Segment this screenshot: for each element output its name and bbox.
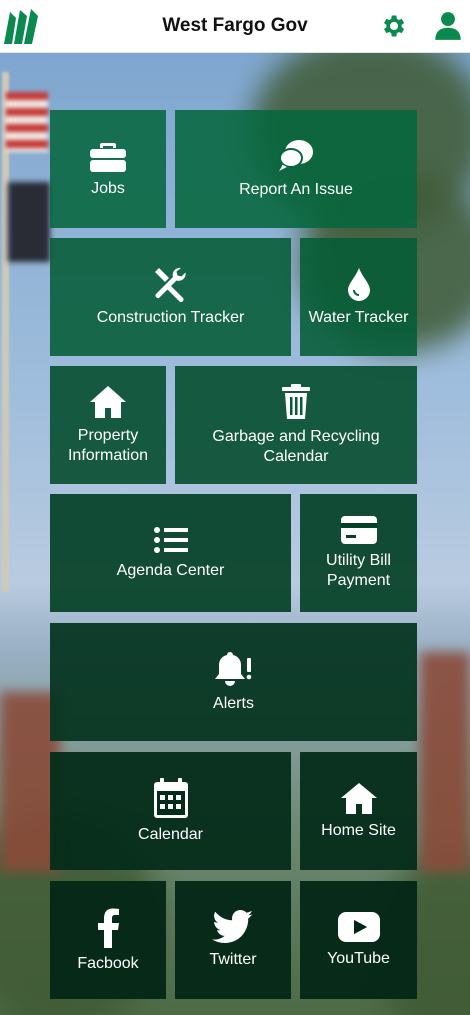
tile-water-tracker[interactable]: Water Tracker [300, 238, 417, 356]
tile-alerts[interactable]: Alerts [50, 623, 417, 741]
briefcase-icon [90, 143, 126, 172]
tile-home-site[interactable]: Home Site [300, 752, 417, 870]
facebook-icon [98, 908, 119, 948]
bell-alert-icon [214, 652, 251, 686]
credit-card-icon [340, 516, 377, 544]
tile-garbage-label-line2: Calendar [263, 448, 329, 465]
tile-twitter-label: Twitter [209, 951, 257, 968]
gear-icon[interactable] [379, 12, 407, 40]
tile-twitter[interactable]: Twitter [175, 881, 291, 999]
home-icon [340, 783, 377, 814]
tile-agenda-center-label: Agenda Center [116, 562, 225, 579]
tile-construction-tracker[interactable]: Construction Tracker [50, 238, 291, 356]
tile-property-label-line1: Property [77, 427, 139, 444]
tile-jobs-label: Jobs [91, 180, 125, 197]
house-icon [90, 386, 126, 418]
water-drop-icon [347, 268, 370, 301]
tile-home-site-label: Home Site [321, 822, 396, 839]
tile-construction-tracker-label: Construction Tracker [96, 309, 245, 326]
app-header: West Fargo Gov [0, 0, 470, 53]
chat-bubbles-icon [279, 140, 313, 171]
twitter-icon [212, 910, 253, 944]
tile-report-issue[interactable]: Report An Issue [175, 110, 417, 228]
tools-icon [154, 267, 186, 302]
tile-alerts-label: Alerts [213, 695, 254, 712]
tile-agenda-center[interactable]: Agenda Center [50, 494, 291, 612]
trash-icon [282, 384, 310, 419]
tile-calendar-label: Calendar [138, 826, 203, 843]
tile-youtube[interactable]: YouTube [300, 881, 417, 999]
user-icon[interactable] [434, 11, 462, 41]
tile-garbage-label-line1: Garbage and Recycling [212, 428, 380, 445]
tile-facebook-label: Facbook [77, 955, 139, 972]
tile-property-label-line2: Information [67, 447, 149, 464]
tile-jobs[interactable]: Jobs [50, 110, 166, 228]
tile-property-information[interactable]: Property Information [50, 366, 166, 484]
tile-facebook[interactable]: Facbook [50, 881, 166, 999]
tile-utility-bill-payment[interactable]: Utility Bill Payment [300, 494, 417, 612]
list-icon [153, 527, 188, 553]
tile-youtube-label: YouTube [327, 950, 390, 967]
tile-garbage-recycling[interactable]: Garbage and Recycling Calendar [175, 366, 417, 484]
tile-water-tracker-label: Water Tracker [308, 309, 409, 326]
calendar-icon [153, 778, 188, 818]
tile-calendar[interactable]: Calendar [50, 752, 291, 870]
tile-utility-label-line1: Utility Bill [326, 552, 391, 569]
tile-utility-label-line2: Payment [326, 572, 391, 589]
tile-report-issue-label: Report An Issue [239, 181, 353, 198]
youtube-icon [337, 912, 380, 942]
